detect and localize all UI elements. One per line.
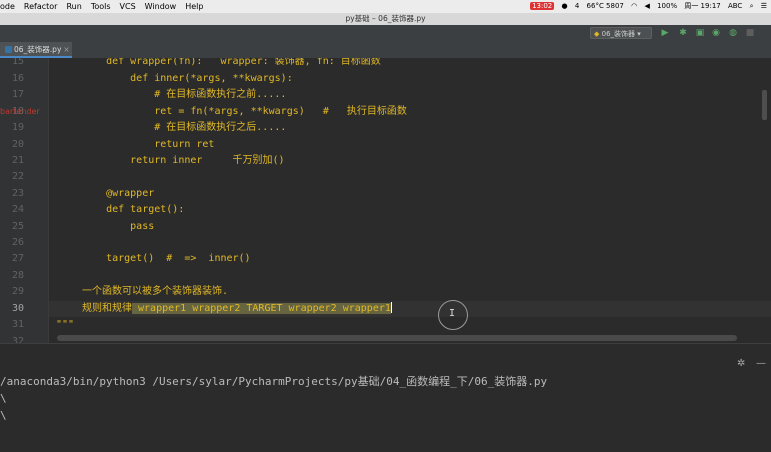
code-line: 一个函数可以被多个装饰器装饰.	[82, 286, 229, 297]
run-config-select[interactable]: ◆ 06_装饰器 ▾	[590, 27, 652, 39]
line-number: 21	[11, 155, 24, 166]
menu-window[interactable]: Window	[145, 2, 177, 11]
code-line: # 在目标函数执行之后.....	[82, 122, 287, 133]
menu-help[interactable]: Help	[185, 2, 203, 11]
python-file-icon	[5, 46, 12, 53]
menu-list-icon[interactable]: ☰	[761, 2, 767, 10]
code-line: def inner(*args, **kwargs):	[82, 73, 293, 84]
line-number: 22	[11, 171, 24, 182]
recording-badge[interactable]: 13:02	[530, 2, 555, 10]
line-number: 17	[11, 89, 24, 100]
battery-level: 100%	[657, 2, 678, 10]
code-line: ret = fn(*args, **kwargs) # 执行目标函数	[82, 106, 407, 117]
clock[interactable]: 周一 19:17	[684, 2, 720, 10]
line-number: 31	[11, 319, 24, 330]
line-number: 32	[11, 336, 24, 343]
code-line: def target():	[82, 204, 185, 215]
concurrency-icon[interactable]: ◍	[728, 28, 738, 38]
menu-vcs[interactable]: VCS	[120, 2, 136, 11]
line-number: 19	[11, 122, 24, 133]
code-line: """	[56, 319, 75, 330]
code-editor[interactable]: bartender 15 16 17 18 19 20 21 22 23 24 …	[0, 58, 771, 343]
code-line-prefix: 规则和规律	[82, 303, 132, 314]
menu-bar: ode Refactor Run Tools VCS Window Help 13:02 ●…	[0, 0, 771, 13]
app-menus: ode Refactor Run Tools VCS Window Help	[0, 0, 212, 13]
line-number: 20	[11, 139, 24, 150]
python-config-icon: ◆	[594, 30, 600, 38]
console-line: /anaconda3/bin/python3 /Users/sylar/Pych…	[0, 375, 548, 388]
wifi-icon[interactable]: ◠	[631, 2, 637, 10]
input-method[interactable]: ABC	[728, 2, 742, 10]
minimize-icon[interactable]: —	[756, 358, 766, 370]
coverage-icon[interactable]: ▣	[695, 28, 705, 38]
line-number: 28	[11, 270, 24, 281]
code-line: return inner 千万别加()	[82, 155, 285, 166]
run-icon[interactable]: ▶	[660, 28, 670, 38]
gear-icon[interactable]: ✲	[737, 358, 745, 370]
line-number-current: 30	[11, 303, 24, 314]
vertical-scrollbar[interactable]	[762, 90, 767, 120]
volume-icon[interactable]: ◀	[644, 2, 649, 10]
code-line: pass	[82, 221, 155, 232]
code-line: target() # => inner()	[82, 253, 251, 264]
horizontal-scrollbar[interactable]	[57, 335, 737, 341]
selected-text[interactable]: wrapper1 wrapper2 TARGET wrapper2 wrappe…	[132, 303, 391, 314]
line-number: 25	[11, 221, 24, 232]
search-icon[interactable]: ⌕	[750, 2, 754, 10]
code-line: # 在目标函数执行之前.....	[82, 89, 287, 100]
menu-tools[interactable]: Tools	[91, 2, 111, 11]
chevron-down-icon: ▾	[637, 30, 641, 38]
ide-toolbar: ◆ 06_装饰器 ▾ ▶ ✱ ▣ ◉ ◍ ■	[0, 25, 771, 42]
code-line-current: 规则和规律 wrapper1 wrapper2 TARGET wrapper2 …	[82, 301, 392, 317]
code-line: @wrapper	[82, 188, 155, 199]
line-number: 26	[11, 237, 24, 248]
run-panel-header: ✲ —	[0, 343, 771, 374]
debug-icon[interactable]: ✱	[678, 28, 688, 38]
menu-refactor[interactable]: Refactor	[24, 2, 58, 11]
line-number: 29	[11, 286, 24, 297]
text-caret	[390, 302, 392, 313]
line-number: 27	[11, 253, 24, 264]
menu-run[interactable]: Run	[66, 2, 81, 11]
code-line: def wrapper(fn): wrapper: 装饰器, fn: 目标函数	[82, 58, 381, 67]
run-config-label: 06_装饰器	[601, 30, 636, 38]
line-number: 18	[11, 106, 24, 117]
menu-code[interactable]: ode	[0, 2, 15, 11]
profile-icon[interactable]: ◉	[711, 28, 721, 38]
code-line: return ret	[82, 139, 215, 150]
run-console[interactable]: /anaconda3/bin/python3 /Users/sylar/Pych…	[0, 373, 771, 452]
line-number: 15	[11, 58, 24, 67]
console-line: \	[0, 392, 7, 405]
temperature-readout: 66°C 5807	[586, 2, 624, 10]
close-icon[interactable]: ×	[63, 45, 69, 54]
stop-icon[interactable]: ■	[745, 28, 755, 38]
wechat-icon[interactable]: ●	[561, 2, 567, 10]
status-tray: 13:02 ● 4 66°C 5807 ◠ ◀ 100% 周一 19:17 AB…	[525, 0, 767, 13]
line-number: 23	[11, 188, 24, 199]
editor-tabs: 06_装饰器.py ×	[0, 42, 771, 59]
text-cursor-icon: I	[449, 308, 456, 319]
window-title: py基础 – 06_装饰器.py	[0, 13, 771, 25]
tab-06-decorator[interactable]: 06_装饰器.py ×	[0, 42, 72, 58]
line-number: 16	[11, 73, 24, 84]
console-line: \	[0, 409, 7, 422]
line-number: 24	[11, 204, 24, 215]
tab-label: 06_装饰器.py	[14, 45, 62, 54]
notification-count: 4	[574, 2, 580, 10]
